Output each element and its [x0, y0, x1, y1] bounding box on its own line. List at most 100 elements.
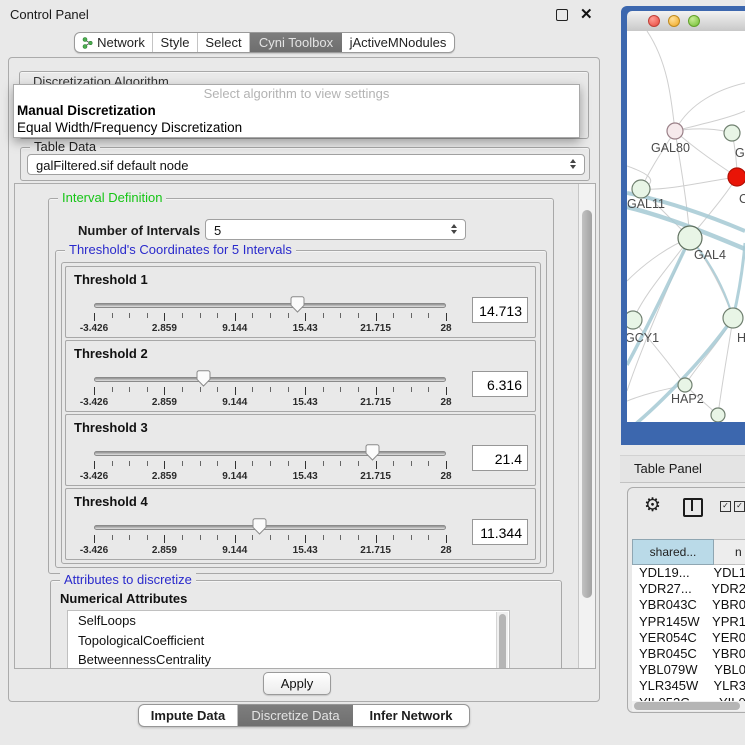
zoom-window-icon[interactable] — [688, 15, 700, 27]
network-edge-thick[interactable] — [627, 238, 690, 365]
slider-tick — [200, 461, 201, 466]
slider-tick-label: 28 — [440, 323, 451, 334]
network-node[interactable] — [678, 226, 702, 250]
table-data-value: galFiltered.sif default node — [36, 158, 188, 173]
column-header-shared-name[interactable]: shared... — [632, 539, 714, 565]
node-label: GAL80 — [651, 141, 690, 155]
table-row[interactable]: YDL19...YDL1 — [632, 565, 745, 581]
slider-thumb[interactable] — [290, 296, 305, 313]
panel-title: Control Panel — [10, 7, 89, 22]
network-node[interactable] — [678, 378, 692, 392]
tab-select[interactable]: Select — [198, 33, 250, 52]
table-hscrollbar[interactable] — [632, 701, 745, 711]
close-icon[interactable]: ✕ — [580, 5, 593, 23]
slider-tick — [376, 461, 377, 469]
slider-tick — [164, 313, 165, 321]
tab-style[interactable]: Style — [153, 33, 198, 52]
number-of-intervals-combobox[interactable]: 5 — [205, 219, 466, 240]
network-node[interactable] — [723, 308, 743, 328]
float-panel-icon[interactable] — [556, 9, 568, 21]
threshold-panel: Threshold 3-3.4262.8599.14415.4321.71528… — [65, 414, 536, 486]
slider-tick — [270, 461, 271, 466]
tab-jactivemnodules[interactable]: jActiveMNodules — [342, 33, 454, 52]
apply-button[interactable]: Apply — [263, 672, 331, 695]
table-panel-title: Table Panel — [634, 461, 702, 476]
dropdown-option[interactable]: Manual Discretization — [14, 102, 579, 119]
split-table-icon[interactable] — [683, 498, 703, 517]
table-row[interactable]: YLR345WYLR3 — [632, 678, 745, 694]
tab-discretize-data[interactable]: Discretize Data — [238, 705, 353, 726]
tab-cyni-toolbox[interactable]: Cyni Toolbox — [250, 33, 342, 52]
slider-tick — [252, 461, 253, 466]
tab-network[interactable]: Network — [75, 33, 153, 52]
slider-tick — [288, 535, 289, 540]
slider-track[interactable] — [94, 303, 446, 308]
cell-shared-name: YDR27... — [632, 581, 706, 597]
threshold-label: Threshold 2 — [74, 346, 148, 361]
list-scrollbar[interactable] — [496, 612, 508, 669]
table-data-combobox[interactable]: galFiltered.sif default node — [27, 154, 585, 175]
threshold-slider[interactable]: -3.4262.8599.14415.4321.71528 — [90, 295, 452, 335]
table-row[interactable]: YPR145WYPR1 — [632, 614, 745, 630]
threshold-value-input[interactable]: 21.4 — [472, 445, 528, 471]
slider-tick-label: 15.43 — [293, 471, 318, 482]
top-tab-bar: Network Style Select Cyni Toolbox jActiv… — [74, 32, 455, 53]
network-window-titlebar[interactable] — [627, 11, 745, 32]
threshold-slider[interactable]: -3.4262.8599.14415.4321.71528 — [90, 443, 452, 483]
slider-tick — [129, 535, 130, 540]
settings-scrollbar[interactable] — [578, 184, 595, 668]
threshold-slider[interactable]: -3.4262.8599.14415.4321.71528 — [90, 369, 452, 409]
slider-tick — [112, 461, 113, 466]
checkbox-icon[interactable]: ✓ — [734, 501, 745, 512]
cell-name: YDL1 — [708, 565, 745, 581]
slider-tick — [129, 387, 130, 392]
network-edge[interactable] — [675, 83, 745, 131]
checkbox-icon[interactable]: ✓ — [720, 501, 731, 512]
threshold-value-input[interactable]: 6.316 — [472, 371, 528, 397]
network-edge[interactable] — [641, 177, 737, 189]
attribute-list-item[interactable]: SelfLoops — [68, 611, 509, 631]
network-edge[interactable] — [647, 31, 675, 131]
network-node[interactable] — [632, 180, 650, 198]
slider-tick — [129, 461, 130, 466]
interval-definition-group: Interval Definition Number of Intervals … — [48, 198, 554, 574]
table-row[interactable]: YDR27...YDR2 — [632, 581, 745, 597]
thresholds-group-title: Threshold's Coordinates for 5 Intervals — [65, 242, 296, 257]
threshold-value-input[interactable]: 11.344 — [472, 519, 528, 545]
gear-icon[interactable]: ⚙ — [644, 494, 661, 517]
network-node[interactable] — [711, 408, 725, 422]
node-label: GAL11 — [627, 197, 665, 211]
network-edge-thick[interactable] — [733, 243, 745, 318]
network-node[interactable] — [667, 123, 683, 139]
dropdown-option[interactable]: Equal Width/Frequency Discretization — [14, 119, 579, 136]
tab-impute-data[interactable]: Impute Data — [139, 705, 238, 726]
network-node[interactable] — [724, 125, 740, 141]
slider-thumb[interactable] — [252, 518, 267, 535]
tab-infer-network[interactable]: Infer Network — [353, 705, 469, 726]
tab-style-label: Style — [161, 35, 190, 50]
slider-thumb[interactable] — [365, 444, 380, 461]
threshold-value-input[interactable]: 14.713 — [472, 297, 528, 323]
slider-thumb[interactable] — [196, 370, 211, 387]
network-canvas[interactable]: GAL80GAL11GAL4GCY1HHAP2G.C — [627, 31, 745, 422]
close-window-icon[interactable] — [648, 15, 660, 27]
attribute-list-item[interactable]: TopologicalCoefficient — [68, 631, 509, 651]
slider-track[interactable] — [94, 377, 446, 382]
column-header-name[interactable]: n — [714, 539, 745, 565]
slider-tick — [200, 535, 201, 540]
table-row[interactable]: YBR043CYBR0 — [632, 597, 745, 613]
table-row[interactable]: YBL079WYBL0 — [632, 662, 745, 678]
network-edge[interactable] — [641, 131, 675, 189]
table-row[interactable]: YBR045CYBR0 — [632, 646, 745, 662]
slider-tick — [94, 387, 95, 395]
minimize-window-icon[interactable] — [668, 15, 680, 27]
attribute-list-item[interactable]: BetweennessCentrality — [68, 650, 509, 669]
network-edge[interactable] — [633, 238, 690, 320]
slider-track[interactable] — [94, 451, 446, 456]
slider-track[interactable] — [94, 525, 446, 530]
threshold-slider[interactable]: -3.4262.8599.14415.4321.71528 — [90, 517, 452, 557]
network-node[interactable] — [627, 311, 642, 329]
slider-tick — [270, 535, 271, 540]
network-node[interactable] — [728, 168, 745, 186]
table-row[interactable]: YER054CYER0 — [632, 630, 745, 646]
